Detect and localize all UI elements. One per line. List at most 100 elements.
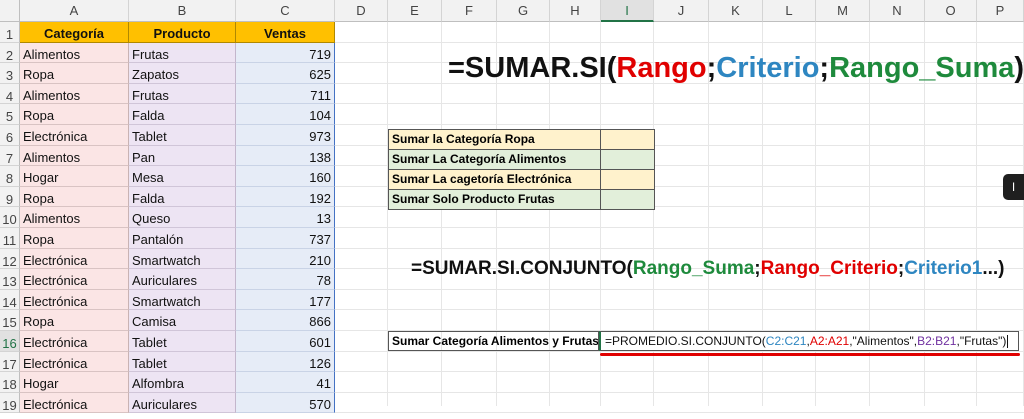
column-header-d[interactable]: D <box>335 0 388 22</box>
cell-prod[interactable]: Tablet <box>129 125 236 146</box>
cell-cat[interactable]: Electrónica <box>20 269 129 290</box>
row-header-18[interactable]: 18 <box>0 372 20 393</box>
row-header-19[interactable]: 19 <box>0 392 20 414</box>
cell-ventas[interactable]: 41 <box>236 372 335 393</box>
cell-cat[interactable]: Alimentos <box>20 42 129 64</box>
cell-prod[interactable]: Alfombra <box>129 372 236 393</box>
row-header-3[interactable]: 3 <box>0 63 20 84</box>
column-header-c[interactable]: C <box>236 0 335 22</box>
cell-cat[interactable]: Alimentos <box>20 207 129 228</box>
cell-prod[interactable]: Auriculares <box>129 392 236 414</box>
cell-prod[interactable]: Queso <box>129 207 236 228</box>
column-header-b[interactable]: B <box>129 0 236 22</box>
column-header-o[interactable]: O <box>925 0 977 22</box>
summary-label[interactable]: Sumar Solo Producto Frutas <box>388 189 601 210</box>
cell-prod[interactable]: Smartwatch <box>129 248 236 270</box>
row-header-2[interactable]: 2 <box>0 42 20 64</box>
row-header-5[interactable]: 5 <box>0 104 20 125</box>
row-header-10[interactable]: 10 <box>0 207 20 228</box>
cell-cat[interactable]: Ropa <box>20 104 129 125</box>
cell-ventas[interactable]: 711 <box>236 83 335 105</box>
cell-ventas[interactable]: 13 <box>236 207 335 228</box>
row-header-7[interactable]: 7 <box>0 145 20 167</box>
summary-value-cell[interactable] <box>600 169 655 190</box>
row-header-11[interactable]: 11 <box>0 228 20 249</box>
row-header-15[interactable]: 15 <box>0 310 20 331</box>
cell-cat[interactable]: Electrónica <box>20 248 129 270</box>
column-header-n[interactable]: N <box>870 0 925 22</box>
row-header-4[interactable]: 4 <box>0 83 20 105</box>
cell-prod[interactable]: Frutas <box>129 83 236 105</box>
column-header-g[interactable]: G <box>497 0 550 22</box>
row-header-1[interactable]: 1 <box>0 22 20 43</box>
cell-ventas[interactable]: 973 <box>236 125 335 146</box>
cell-prod[interactable]: Falda <box>129 186 236 208</box>
cell-prod[interactable]: Tablet <box>129 351 236 373</box>
cell-ventas[interactable]: 719 <box>236 42 335 64</box>
cell-ventas[interactable]: 126 <box>236 351 335 373</box>
cell-cat[interactable]: Ropa <box>20 63 129 84</box>
column-header-l[interactable]: L <box>763 0 816 22</box>
column-header-f[interactable]: F <box>442 0 497 22</box>
summary-label[interactable]: Sumar la Categoría Ropa <box>388 129 601 150</box>
row-header-6[interactable]: 6 <box>0 125 20 146</box>
cell-cat[interactable]: Electrónica <box>20 351 129 373</box>
row-header-13[interactable]: 13 <box>0 269 20 290</box>
cell-ventas[interactable]: 104 <box>236 104 335 125</box>
cell-ventas[interactable]: 160 <box>236 166 335 187</box>
column-header-e[interactable]: E <box>388 0 442 22</box>
cell-prod[interactable]: Pan <box>129 145 236 167</box>
cell-ventas[interactable]: 78 <box>236 269 335 290</box>
cell-ventas[interactable]: 866 <box>236 310 335 331</box>
summary-value-cell[interactable] <box>600 189 655 210</box>
cell-ventas[interactable]: 625 <box>236 63 335 84</box>
row-header-8[interactable]: 8 <box>0 166 20 187</box>
summary-label[interactable]: Sumar La Categoría Alimentos <box>388 149 601 170</box>
cell-cat[interactable]: Alimentos <box>20 83 129 105</box>
cell-cat[interactable]: Electrónica <box>20 331 129 352</box>
cell-prod[interactable]: Mesa <box>129 166 236 187</box>
cell-cat[interactable]: Electrónica <box>20 392 129 414</box>
cell-cat[interactable]: Ropa <box>20 228 129 249</box>
cell-prod[interactable]: Auriculares <box>129 269 236 290</box>
cell-ventas[interactable]: 737 <box>236 228 335 249</box>
column-header-m[interactable]: M <box>816 0 870 22</box>
row16-label-cell[interactable]: Sumar Categoría Alimentos y Frutas <box>388 331 599 351</box>
header-cell-producto[interactable]: Producto <box>129 22 236 43</box>
column-header-j[interactable]: J <box>654 0 709 22</box>
column-header-k[interactable]: K <box>709 0 763 22</box>
summary-label[interactable]: Sumar La cagetoría Electrónica <box>388 169 601 190</box>
cell-ventas[interactable]: 210 <box>236 248 335 270</box>
cell-prod[interactable]: Frutas <box>129 42 236 64</box>
cell-cat[interactable]: Electrónica <box>20 125 129 146</box>
summary-value-cell[interactable] <box>600 129 655 150</box>
cell-cat[interactable]: Electrónica <box>20 289 129 311</box>
cell-ventas[interactable]: 192 <box>236 186 335 208</box>
cell-cat[interactable]: Ropa <box>20 310 129 331</box>
cell-cat[interactable]: Alimentos <box>20 145 129 167</box>
cell-prod[interactable]: Smartwatch <box>129 289 236 311</box>
cell-ventas[interactable]: 601 <box>236 331 335 352</box>
cell-ventas[interactable]: 138 <box>236 145 335 167</box>
row-header-16[interactable]: 16 <box>0 331 20 352</box>
column-header-p[interactable]: P <box>977 0 1024 22</box>
cell-prod[interactable]: Falda <box>129 104 236 125</box>
cell-prod[interactable]: Zapatos <box>129 63 236 84</box>
cell-ventas[interactable]: 570 <box>236 392 335 414</box>
cell-ventas[interactable]: 177 <box>236 289 335 311</box>
cell-prod[interactable]: Camisa <box>129 310 236 331</box>
cell-prod[interactable]: Pantalón <box>129 228 236 249</box>
cell-cat[interactable]: Hogar <box>20 166 129 187</box>
column-header-a[interactable]: A <box>20 0 129 22</box>
select-all-corner[interactable] <box>0 0 20 22</box>
row-header-9[interactable]: 9 <box>0 186 20 208</box>
side-panel-toggle[interactable]: I <box>1003 174 1024 200</box>
row-header-12[interactable]: 12 <box>0 248 20 270</box>
row-header-17[interactable]: 17 <box>0 351 20 373</box>
row-header-14[interactable]: 14 <box>0 289 20 311</box>
header-cell-categoria[interactable]: Categoría <box>20 22 129 43</box>
summary-value-cell[interactable] <box>600 149 655 170</box>
formula-edit-cell[interactable]: =PROMEDIO.SI.CONJUNTO(C2:C21,A2:A21,"Ali… <box>599 331 1019 351</box>
cell-cat[interactable]: Ropa <box>20 186 129 208</box>
column-header-i[interactable]: I <box>601 0 654 22</box>
